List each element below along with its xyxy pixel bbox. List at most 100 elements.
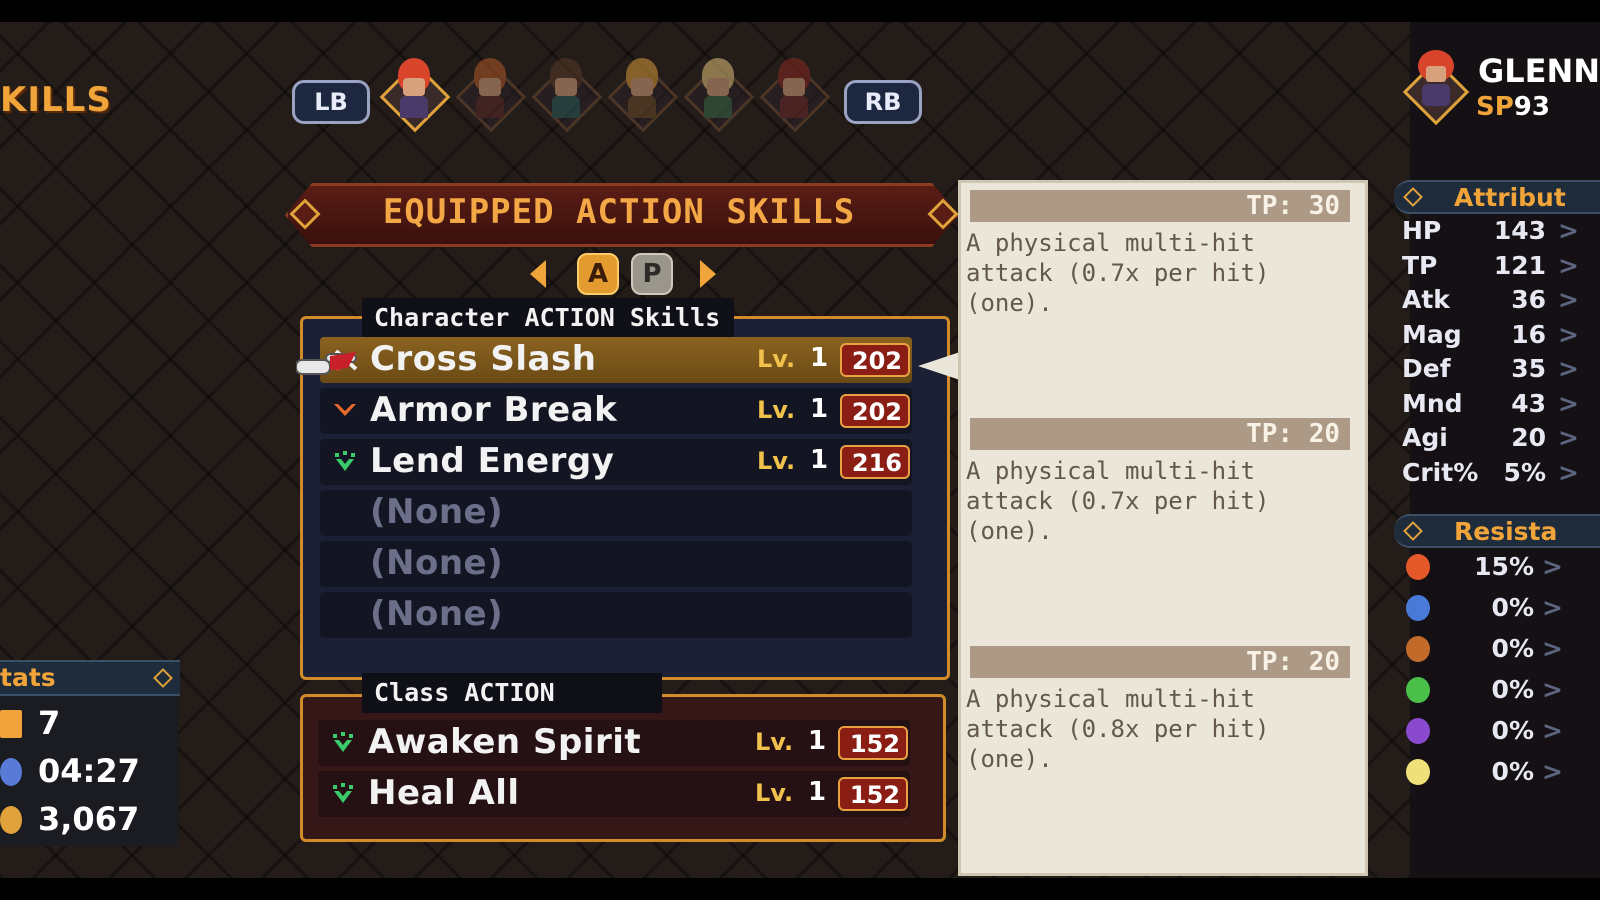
attribute-row: HP 143 > [1402, 216, 1600, 250]
support-icon [330, 781, 356, 807]
tab-next-arrow-icon[interactable] [700, 260, 716, 288]
clock-icon [0, 758, 22, 786]
skill-name: Cross Slash [370, 339, 597, 379]
resistance-value: 0% [1491, 675, 1534, 704]
portrait-face [403, 78, 425, 96]
attribute-row: Agi 20 > [1402, 423, 1600, 457]
chevron-right-icon: > [1558, 285, 1579, 314]
attribute-value: 35 [1511, 354, 1546, 383]
stat-value: 3,067 [38, 800, 140, 838]
party-member-portrait[interactable] [759, 58, 831, 133]
attribute-row: Atk 36 > [1402, 285, 1600, 319]
stats-header: tats [0, 660, 180, 696]
portrait-body [780, 96, 808, 118]
attribute-row: Def 35 > [1402, 354, 1600, 388]
chevron-right-icon: > [1542, 593, 1563, 622]
description-tp-cost: TP: 30 [970, 190, 1350, 222]
support-icon [332, 449, 358, 475]
party-member-portrait[interactable] [683, 58, 755, 133]
chevron-right-icon: > [1542, 552, 1563, 581]
resistances-header: Resista [1394, 514, 1600, 548]
skill-row[interactable]: Cross Slash Lv. 1 202 [320, 337, 912, 383]
attribute-value: 5% [1503, 457, 1546, 487]
stats-header-label: tats [0, 663, 56, 692]
portrait-face [707, 78, 729, 96]
attribute-name: TP [1402, 250, 1438, 280]
party-member-portrait[interactable] [607, 58, 679, 133]
chevron-right-icon: > [1558, 250, 1579, 280]
skill-level: 1 [808, 777, 827, 807]
attribute-name: Mnd [1402, 388, 1463, 418]
attribute-value: 121 [1493, 250, 1546, 280]
attribute-row: Mnd 43 > [1402, 389, 1600, 423]
tab-passive[interactable]: P [631, 253, 673, 295]
attribute-name: Crit% [1402, 457, 1479, 487]
resistance-row: 0% > [1404, 714, 1600, 750]
chevron-right-icon: > [1558, 388, 1579, 418]
wind-icon [1406, 677, 1430, 703]
skill-level: 1 [810, 445, 829, 475]
tab-prev-arrow-icon[interactable] [530, 260, 546, 288]
attribute-value: 43 [1511, 388, 1546, 418]
skill-level-label: Lv. [757, 396, 796, 424]
skill-row[interactable]: (None) [320, 490, 912, 536]
resistance-value: 15% [1474, 552, 1534, 581]
resistance-row: 15% > [1404, 550, 1600, 586]
attribute-row: Crit% 5% > [1402, 458, 1600, 492]
resistance-value: 0% [1491, 757, 1534, 786]
chevron-right-icon: > [1542, 716, 1563, 745]
skill-cost-badge: 152 [838, 777, 908, 811]
skill-level: 1 [810, 394, 829, 424]
earth-icon [1406, 636, 1430, 662]
resistance-row: 0% > [1404, 632, 1600, 668]
party-member-portrait[interactable] [455, 58, 527, 133]
sp-label: SP [1476, 92, 1514, 122]
lb-button[interactable]: LB [292, 80, 370, 124]
light-icon [1406, 759, 1430, 785]
skill-name: (None) [370, 594, 504, 634]
skill-row[interactable]: Lend Energy Lv. 1 216 [320, 439, 912, 485]
coin-icon [0, 806, 22, 834]
skill-row[interactable]: (None) [320, 541, 912, 587]
skill-row[interactable]: Awaken Spirit Lv. 1 152 [318, 720, 910, 766]
skill-cost-badge: 202 [840, 343, 910, 377]
attribute-value: 20 [1511, 423, 1546, 452]
attribute-name: Agi [1402, 423, 1448, 452]
resistance-row: 0% > [1404, 673, 1600, 709]
party-member-portrait[interactable] [379, 58, 451, 133]
attribute-row: TP 121 > [1402, 251, 1600, 285]
portrait-body [400, 96, 428, 118]
skill-row[interactable]: Heal All Lv. 1 152 [318, 771, 910, 817]
resistances-gem-icon [1403, 521, 1423, 541]
resistances-header-label: Resista [1454, 517, 1558, 546]
portrait-body [476, 96, 504, 118]
resistance-row: 0% > [1404, 591, 1600, 627]
chevron-right-icon: > [1542, 757, 1563, 786]
chevron-right-icon: > [1558, 216, 1579, 245]
resistance-value: 0% [1491, 634, 1534, 663]
tab-action[interactable]: A [577, 253, 619, 295]
fire-icon [1406, 554, 1430, 580]
portrait-body [628, 96, 656, 118]
skill-level-label: Lv. [755, 779, 794, 807]
letterbox-top [0, 0, 1600, 22]
skill-cost-badge: 216 [840, 445, 910, 479]
screen-title: KILLS [0, 80, 112, 120]
skill-name: Lend Energy [370, 441, 615, 481]
party-member-portrait[interactable] [531, 58, 603, 133]
portrait-body [704, 96, 732, 118]
skill-row[interactable]: (None) [320, 592, 912, 638]
chevron-right-icon: > [1558, 319, 1579, 349]
attribute-name: Def [1402, 354, 1451, 383]
skill-row[interactable]: Armor Break Lv. 1 202 [320, 388, 912, 434]
sp-value: 93 [1513, 92, 1550, 122]
skill-level: 1 [810, 343, 829, 373]
attribute-name: Mag [1402, 319, 1462, 349]
rb-button[interactable]: RB [844, 80, 922, 124]
resistance-value: 0% [1491, 593, 1534, 622]
chevron-right-icon: > [1542, 634, 1563, 663]
support-icon [330, 730, 356, 756]
skill-cost-badge: 152 [838, 726, 908, 760]
character-portrait-icon [1402, 50, 1470, 126]
portrait-body [552, 96, 580, 118]
